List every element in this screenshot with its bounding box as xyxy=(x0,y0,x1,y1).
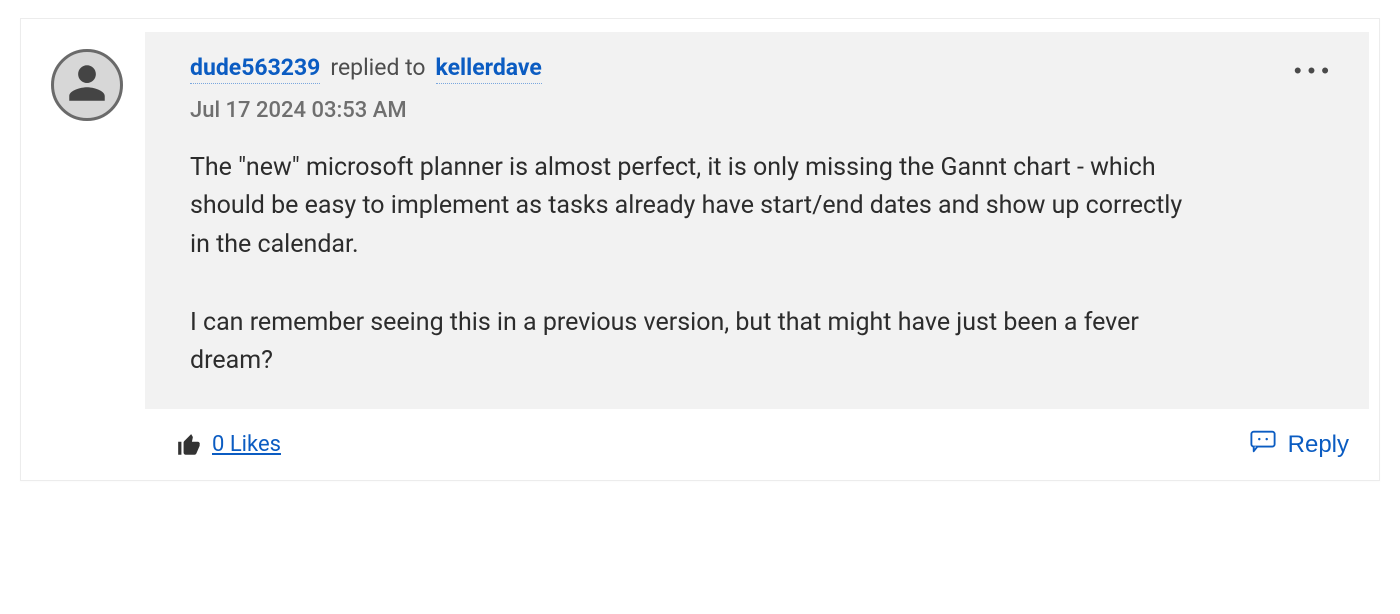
comment-meta: dude563239 replied to kellerdave xyxy=(190,54,1269,84)
comment-card: ••• dude563239 replied to kellerdave Jul… xyxy=(20,18,1380,481)
user-avatar-icon xyxy=(65,61,109,109)
author-link[interactable]: dude563239 xyxy=(190,54,320,84)
comment-footer: 0 Likes Reply xyxy=(21,409,1379,480)
likes-group: 0 Likes xyxy=(176,432,281,458)
comment-content: The "new" microsoft planner is almost pe… xyxy=(190,149,1190,382)
comment-body-box: ••• dude563239 replied to kellerdave Jul… xyxy=(145,32,1369,409)
likes-link[interactable]: 0 Likes xyxy=(212,432,281,457)
comment-timestamp: Jul 17 2024 03:53 AM xyxy=(190,98,1269,123)
thumb-up-icon[interactable] xyxy=(176,432,202,458)
comment-top: ••• dude563239 replied to kellerdave Jul… xyxy=(21,19,1379,409)
avatar[interactable] xyxy=(51,49,123,121)
replied-to-label: replied to xyxy=(330,54,425,82)
reply-chat-icon xyxy=(1250,429,1276,460)
avatar-column xyxy=(21,19,145,121)
target-user-link[interactable]: kellerdave xyxy=(436,54,542,84)
more-options-button[interactable]: ••• xyxy=(1288,56,1335,86)
ellipsis-icon: ••• xyxy=(1294,58,1335,83)
reply-label: Reply xyxy=(1288,431,1349,459)
reply-button[interactable]: Reply xyxy=(1248,425,1351,464)
